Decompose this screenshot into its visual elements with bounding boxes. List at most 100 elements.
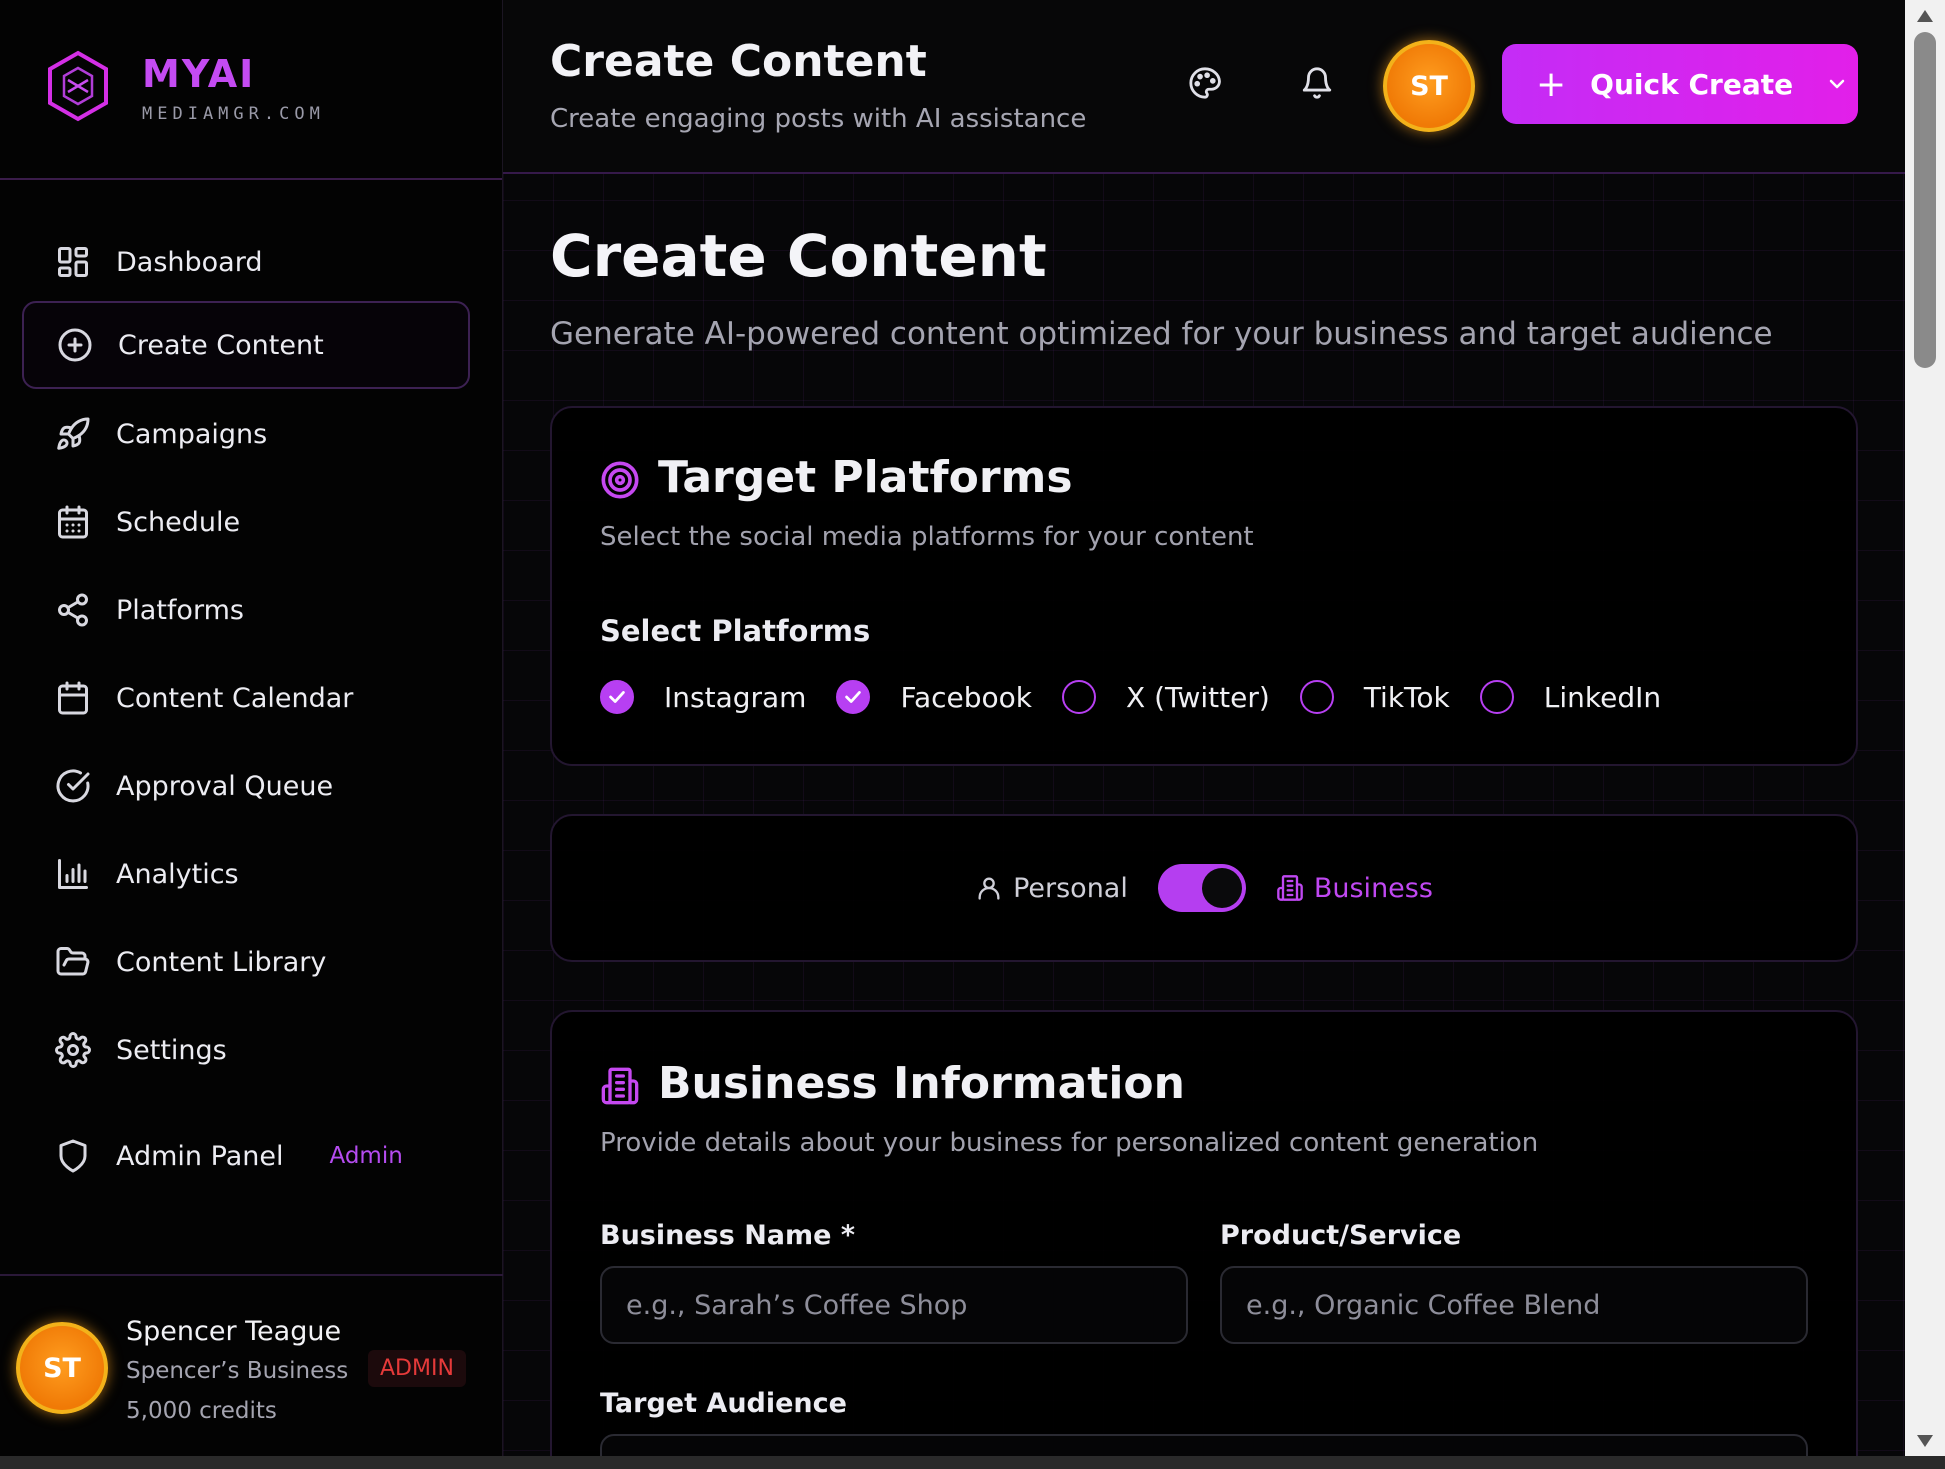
- user-business: Spencer’s Business: [126, 1358, 349, 1384]
- target-platforms-title: Target Platforms: [658, 452, 1073, 503]
- header-subtitle: Create engaging posts with AI assistance: [550, 104, 1087, 134]
- folder-icon: [54, 943, 92, 981]
- user-credits: 5,000 credits: [126, 1398, 277, 1424]
- sidebar-item-create-content[interactable]: Create Content: [22, 301, 470, 389]
- building-icon: [1277, 875, 1303, 901]
- platform-facebook[interactable]: Facebook: [836, 680, 1032, 714]
- sidebar-item-label: Platforms: [116, 594, 244, 626]
- avatar[interactable]: ST: [16, 1322, 108, 1414]
- notifications-button[interactable]: [1294, 60, 1340, 106]
- brand-domain: MEDIAMGR.COM: [142, 104, 325, 124]
- sidebar-item-schedule[interactable]: Schedule: [22, 478, 470, 566]
- plus-icon: +: [1536, 63, 1567, 105]
- user-name: Spencer Teague: [126, 1316, 342, 1347]
- shield-icon: [54, 1137, 92, 1175]
- check-icon: [845, 691, 862, 703]
- checkbox-unchecked[interactable]: [1299, 680, 1334, 714]
- platform-label: TikTok: [1363, 680, 1450, 714]
- platform-label: Instagram: [664, 680, 807, 714]
- header-avatar[interactable]: ST: [1383, 40, 1475, 132]
- user-icon: [978, 877, 1000, 900]
- personal-option[interactable]: Personal: [975, 873, 1128, 904]
- sidebar-item-label: Content Calendar: [116, 682, 354, 714]
- sidebar-item-approval-queue[interactable]: Approval Queue: [22, 742, 470, 830]
- role-badge: ADMIN: [368, 1350, 466, 1387]
- scrollbar-thumb[interactable]: [1914, 32, 1936, 368]
- chevron-down-icon: [1829, 79, 1845, 89]
- business-name-label: Business Name *: [600, 1220, 855, 1251]
- building-icon: [601, 1067, 639, 1105]
- platform-tiktok[interactable]: TikTok: [1299, 680, 1450, 714]
- sidebar-item-platforms[interactable]: Platforms: [22, 566, 470, 654]
- sidebar-item-label: Approval Queue: [116, 770, 334, 802]
- palette-icon: [1189, 67, 1221, 99]
- check-circle-icon: [54, 767, 92, 805]
- plus-circle-icon: [56, 326, 94, 364]
- bottom-edge: [0, 1456, 1945, 1469]
- sidebar-item-label: Admin Panel: [116, 1140, 284, 1172]
- vertical-scrollbar[interactable]: [1905, 0, 1945, 1469]
- business-info-card: Business Information Provide details abo…: [550, 1010, 1858, 1469]
- sidebar-item-analytics[interactable]: Analytics: [22, 830, 470, 918]
- sidebar-item-content-calendar[interactable]: Content Calendar: [22, 654, 470, 742]
- platform-instagram[interactable]: Instagram: [600, 680, 806, 714]
- platform-linkedin[interactable]: LinkedIn: [1479, 680, 1662, 714]
- check-icon: [609, 691, 625, 703]
- toggle-knob: [1201, 868, 1242, 908]
- admin-tag: Admin: [329, 1143, 403, 1169]
- sidebar-item-label: Create Content: [118, 329, 324, 361]
- brand-header: MYAI MEDIAMGR.COM: [0, 0, 502, 180]
- quick-create-button[interactable]: + Quick Create: [1502, 44, 1858, 124]
- page-subtitle: Generate AI-powered content optimized fo…: [550, 316, 1773, 352]
- personal-label: Personal: [1013, 872, 1128, 904]
- target-platforms-subtitle: Select the social media platforms for yo…: [600, 522, 1254, 552]
- platform-label: Facebook: [900, 680, 1033, 714]
- sidebar-item-campaigns[interactable]: Campaigns: [22, 390, 470, 478]
- mode-toggle: Personal Business: [552, 816, 1856, 960]
- dashboard-icon: [54, 243, 92, 281]
- scroll-up-arrow-icon[interactable]: [1917, 10, 1933, 22]
- mode-toggle-switch[interactable]: [1157, 864, 1246, 912]
- checkbox-checked[interactable]: [600, 680, 634, 714]
- user-profile[interactable]: ST Spencer Teague Spencer’s Business ADM…: [0, 1274, 503, 1469]
- gear-icon: [54, 1031, 92, 1069]
- business-option[interactable]: Business: [1276, 873, 1433, 904]
- calendar-icon: [54, 679, 92, 717]
- sidebar-item-label: Campaigns: [116, 418, 268, 450]
- calendar-grid-icon: [54, 503, 92, 541]
- sidebar-item-settings[interactable]: Settings: [22, 1006, 470, 1094]
- sidebar-item-content-library[interactable]: Content Library: [22, 918, 470, 1006]
- top-bar: Create Content Create engaging posts wit…: [503, 0, 1905, 174]
- rocket-icon: [54, 415, 92, 453]
- mode-toggle-card: Personal Business: [550, 814, 1858, 962]
- platform-label: LinkedIn: [1543, 680, 1662, 714]
- target-platforms-card: Target Platforms Select the social media…: [550, 406, 1858, 766]
- page-title: Create Content: [550, 222, 1047, 290]
- business-info-subtitle: Provide details about your business for …: [600, 1128, 1539, 1158]
- product-service-input[interactable]: [1220, 1266, 1808, 1344]
- business-name-input[interactable]: [600, 1266, 1188, 1344]
- share-icon: [54, 591, 92, 629]
- main-content: Create Content Create engaging posts wit…: [503, 0, 1905, 1469]
- sidebar-item-admin-panel[interactable]: Admin Panel Admin: [22, 1112, 470, 1200]
- logo-icon[interactable]: [46, 50, 110, 122]
- checkbox-unchecked[interactable]: [1479, 680, 1514, 714]
- sidebar-item-dashboard[interactable]: Dashboard: [22, 218, 470, 306]
- quick-create-label: Quick Create: [1590, 67, 1794, 101]
- header-title: Create Content: [550, 36, 927, 87]
- sidebar-item-label: Content Library: [116, 946, 327, 978]
- scroll-down-arrow-icon[interactable]: [1917, 1435, 1933, 1447]
- business-label: Business: [1313, 872, 1433, 904]
- bar-chart-icon: [54, 855, 92, 893]
- sidebar-item-label: Dashboard: [116, 246, 263, 278]
- palette-button[interactable]: [1182, 60, 1228, 106]
- platform-label: X (Twitter): [1126, 680, 1270, 714]
- checkbox-unchecked[interactable]: [1062, 680, 1097, 714]
- checkbox-checked[interactable]: [836, 680, 871, 714]
- business-info-title: Business Information: [658, 1058, 1185, 1109]
- sidebar: MYAI MEDIAMGR.COM Dashboard Create Conte…: [0, 0, 503, 1469]
- product-service-label: Product/Service: [1220, 1220, 1462, 1251]
- platform-options: Instagram Facebook X (Twitter) TikTok Li…: [600, 680, 1691, 714]
- platform-x-twitter[interactable]: X (Twitter): [1062, 680, 1270, 714]
- sidebar-item-label: Settings: [116, 1034, 227, 1066]
